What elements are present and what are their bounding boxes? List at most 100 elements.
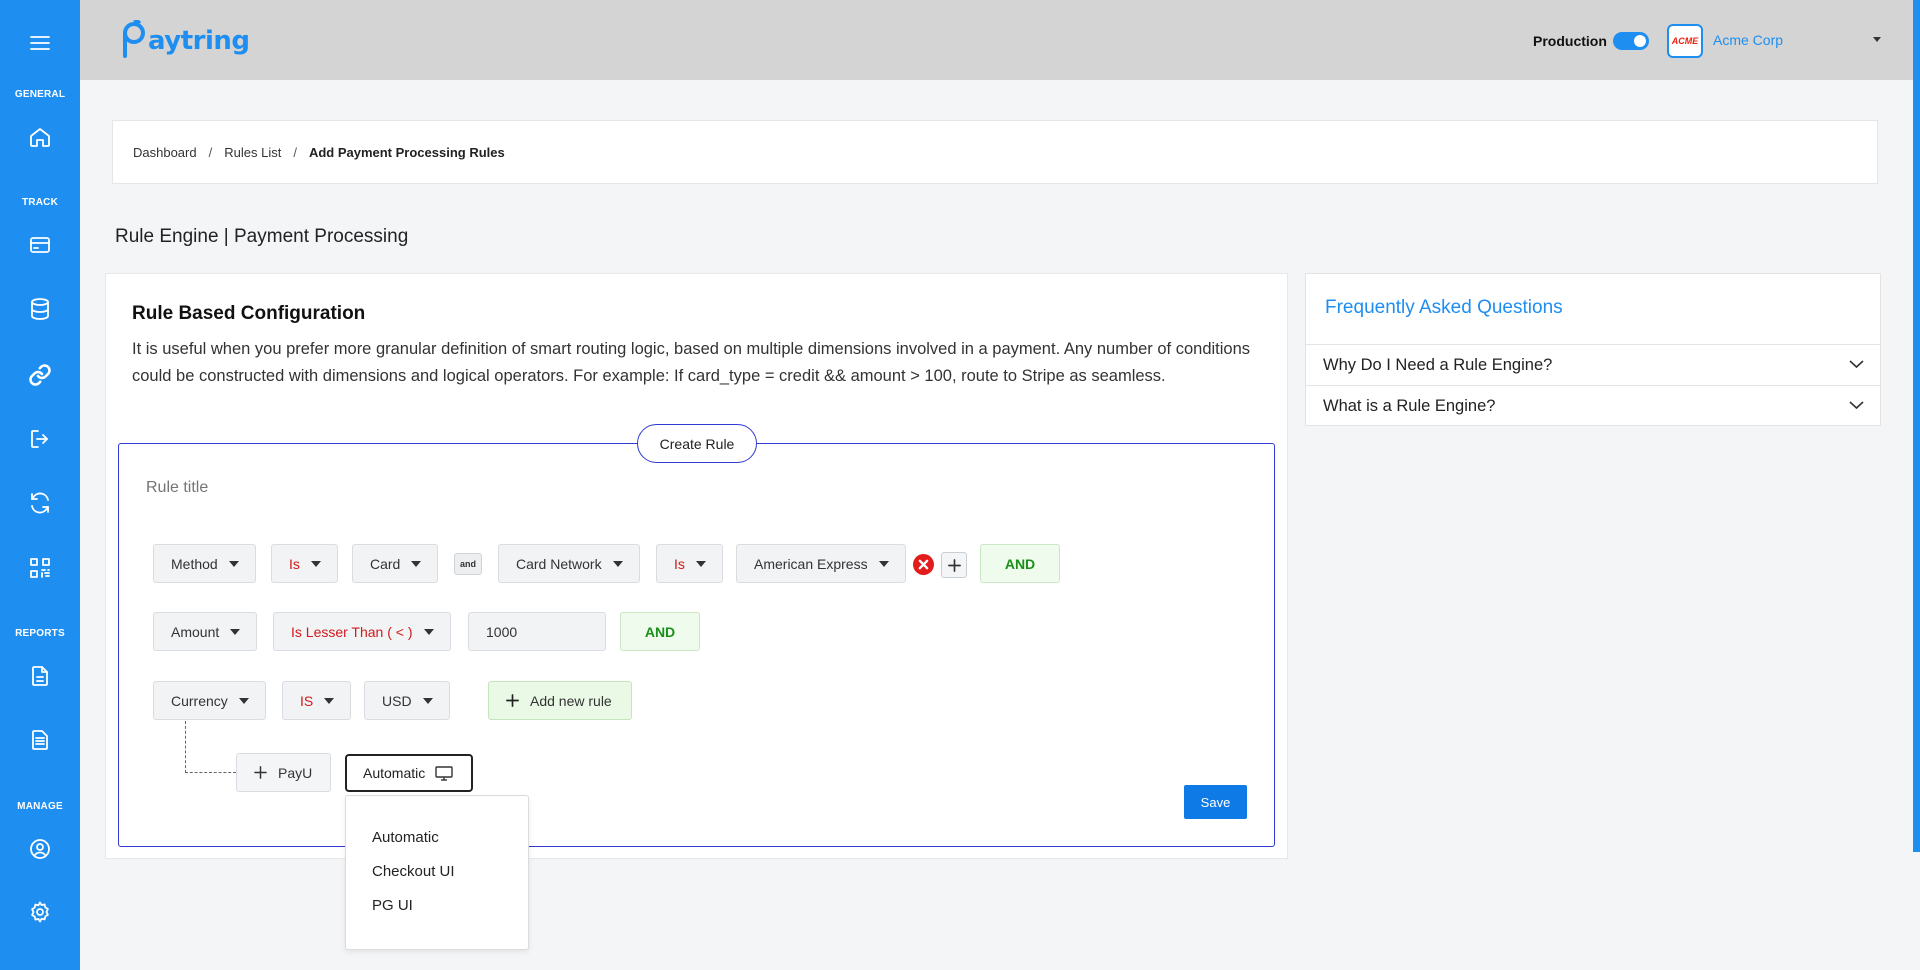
right-edge-bar [1913, 0, 1920, 852]
rule-title-input[interactable] [146, 479, 546, 497]
menu-icon[interactable] [20, 23, 60, 63]
breadcrumb-rules-list[interactable]: Rules List [224, 145, 281, 160]
faq-item[interactable]: Why Do I Need a Rule Engine? [1306, 344, 1880, 385]
logout-icon[interactable] [20, 419, 60, 459]
card-title: Rule Based Configuration [132, 303, 366, 324]
org-logo-text: ACME [1671, 36, 1699, 46]
breadcrumb-dashboard[interactable]: Dashboard [133, 145, 197, 160]
dropdown-value: Is [674, 555, 685, 572]
add-new-rule-button[interactable]: Add new rule [488, 681, 632, 720]
mode-select-button[interactable]: Automatic [345, 754, 473, 792]
database-icon[interactable] [20, 289, 60, 329]
operator-dropdown[interactable]: Is [656, 544, 723, 583]
and-logic-button[interactable]: AND [620, 612, 700, 651]
dropdown-value: Is Lesser Than ( < ) [291, 623, 413, 640]
caret-down-icon [612, 560, 623, 567]
create-rule-tab[interactable]: Create Rule [637, 424, 757, 463]
plus-icon [254, 766, 267, 779]
dropdown-value: Currency [171, 692, 228, 709]
home-icon[interactable] [20, 117, 60, 157]
org-name[interactable]: Acme Corp [1713, 32, 1783, 48]
dropdown-value: Card [370, 555, 401, 572]
breadcrumb-separator: / [293, 144, 297, 160]
page-title: Rule Engine | Payment Processing [115, 226, 409, 247]
breadcrumb: Dashboard / Rules List / Add Payment Pro… [112, 120, 1878, 184]
credit-card-icon[interactable] [20, 225, 60, 265]
field-dropdown-amount[interactable]: Amount [153, 612, 258, 651]
field-dropdown-currency[interactable]: Currency [153, 681, 266, 720]
breadcrumb-separator: / [208, 144, 213, 160]
sidebar-section-track: TRACK [22, 197, 58, 208]
monitor-icon [435, 765, 453, 781]
remove-condition-icon[interactable] [913, 554, 934, 575]
menu-item-checkout-ui[interactable]: Checkout UI [372, 863, 455, 880]
document-list-icon[interactable] [20, 720, 60, 760]
add-condition-button[interactable] [941, 552, 967, 578]
sidebar-section-manage: MANAGE [17, 801, 63, 812]
paytring-logo-text: aytring [148, 26, 250, 56]
dropdown-value: Amount [171, 623, 220, 640]
value-dropdown-card[interactable]: Card [352, 544, 439, 583]
dropdown-value: USD [382, 692, 412, 709]
caret-down-icon [411, 560, 422, 567]
plus-icon [506, 694, 519, 707]
sidebar-section-general: GENERAL [14, 89, 66, 100]
and-joiner-button[interactable]: and [454, 553, 482, 575]
save-button[interactable]: Save [1184, 785, 1247, 819]
document-icon[interactable] [20, 656, 60, 696]
faq-item[interactable]: What is a Rule Engine? [1306, 385, 1880, 426]
dropdown-value: Card Network [516, 555, 602, 572]
environment-label: Production [1533, 33, 1607, 49]
chevron-down-icon [1849, 401, 1864, 410]
caret-down-icon [310, 560, 321, 567]
caret-down-icon [324, 697, 335, 704]
refresh-icon[interactable] [20, 483, 60, 523]
caret-down-icon [423, 628, 434, 635]
chevron-down-icon [1849, 360, 1864, 369]
caret-down-icon [878, 560, 889, 567]
qr-code-icon[interactable] [20, 548, 60, 588]
dropdown-value: IS [300, 692, 314, 709]
production-toggle[interactable] [1613, 32, 1649, 50]
gateway-name: PayU [278, 764, 313, 781]
paytring-logo[interactable]: aytring [120, 16, 250, 66]
faq-question: Why Do I Need a Rule Engine? [1323, 355, 1553, 374]
dropdown-value: American Express [754, 555, 868, 572]
mode-select-value: Automatic [363, 765, 426, 781]
menu-item-automatic[interactable]: Automatic [372, 829, 439, 846]
caret-down-icon [422, 697, 433, 704]
value-dropdown-currency[interactable]: USD [364, 681, 450, 720]
and-logic-button[interactable]: AND [980, 544, 1060, 583]
sidebar-section-reports: REPORTS [15, 628, 65, 639]
plus-icon [947, 558, 961, 572]
caret-down-icon [238, 697, 249, 704]
operator-dropdown[interactable]: IS [282, 681, 352, 720]
value-dropdown-network[interactable]: American Express [736, 544, 906, 583]
sidebar: GENERAL TRACK REPORTS MANAGE [0, 0, 80, 970]
caret-down-icon [228, 560, 239, 567]
card-description: It is useful when you prefer more granul… [132, 340, 1251, 385]
gear-icon[interactable] [20, 892, 60, 932]
mode-dropdown-menu: Automatic Checkout UI PG UI [345, 795, 529, 950]
breadcrumb-current: Add Payment Processing Rules [308, 144, 505, 160]
add-new-rule-label: Add new rule [530, 692, 612, 709]
link-icon[interactable] [20, 355, 60, 395]
gateway-payu-button[interactable]: PayU [236, 753, 331, 792]
field-dropdown-card-network[interactable]: Card Network [498, 544, 640, 583]
operator-dropdown[interactable]: Is Lesser Than ( < ) [273, 612, 451, 651]
amount-value-input[interactable] [468, 612, 606, 651]
menu-item-pg-ui[interactable]: PG UI [372, 897, 413, 914]
caret-down-icon [695, 560, 706, 567]
user-circle-icon[interactable] [20, 829, 60, 869]
field-dropdown-method[interactable]: Method [153, 544, 256, 583]
paytring-logo-mark [123, 20, 145, 58]
dropdown-value: Is [289, 555, 300, 572]
faq-question: What is a Rule Engine? [1323, 396, 1496, 415]
rule-connector-line [185, 721, 236, 773]
org-logo: ACME [1667, 24, 1703, 58]
dropdown-value: Method [171, 555, 218, 572]
faq-title: Frequently Asked Questions [1325, 297, 1563, 318]
caret-down-icon [230, 628, 241, 635]
caret-down-icon[interactable] [1873, 37, 1881, 42]
operator-dropdown[interactable]: Is [271, 544, 338, 583]
